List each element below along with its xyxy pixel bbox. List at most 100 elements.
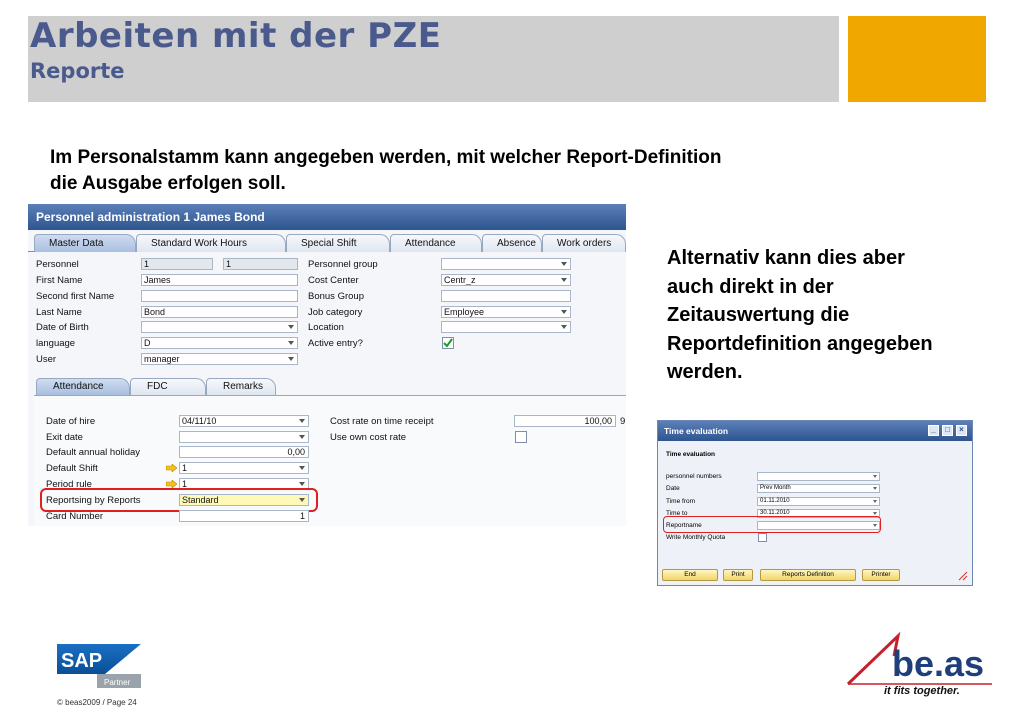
printer-button[interactable]: Printer <box>862 569 900 581</box>
chevron-down-icon[interactable] <box>561 310 567 314</box>
use-own-cost-rate-checkbox[interactable] <box>515 431 527 443</box>
personnel-label: Personnel <box>36 259 79 270</box>
resize-grip-icon[interactable] <box>958 571 968 581</box>
date-of-hire-label: Date of hire <box>46 416 96 427</box>
sap-partner-logo: SAP Partner <box>57 644 141 688</box>
tab-work-orders[interactable]: Work orders <box>542 234 626 252</box>
write-monthly-quota-label: Write Monthly Quota <box>666 534 726 541</box>
personnel-group-select[interactable] <box>441 258 571 270</box>
sub-tab-bar: Attendance FDC Remarks <box>28 378 626 395</box>
link-arrow-icon[interactable] <box>166 464 177 472</box>
card-number-field[interactable]: 1 <box>179 510 309 522</box>
default-shift-value: 1 <box>182 463 188 473</box>
tab-master-data[interactable]: Master Data <box>34 234 136 252</box>
chevron-down-icon[interactable] <box>299 482 305 486</box>
personnel-administration-window: Personnel administration 1 James Bond Ma… <box>28 204 626 526</box>
default-shift-select[interactable]: 1 <box>179 462 309 474</box>
second-first-name-field[interactable] <box>141 290 298 302</box>
personnel-number-field[interactable]: 1 <box>141 258 213 270</box>
last-name-label: Last Name <box>36 307 82 318</box>
language-select[interactable]: D <box>141 337 298 349</box>
slide-title: Arbeiten mit der PZE <box>30 16 442 56</box>
sap-partner-text: Partner <box>104 678 131 687</box>
exit-date-label: Exit date <box>46 432 83 443</box>
chevron-down-icon[interactable] <box>299 419 305 423</box>
write-monthly-quota-checkbox[interactable] <box>758 533 767 542</box>
beas-tagline: it fits together. <box>884 685 960 697</box>
slide-subtitle: Reporte <box>30 59 125 83</box>
alt-line-5: werden. <box>667 361 743 383</box>
user-value: manager <box>144 354 180 364</box>
chevron-down-icon[interactable] <box>288 341 294 345</box>
default-annual-holiday-field[interactable]: 0,00 <box>179 446 309 458</box>
time-window-title: Time evaluation <box>658 421 972 441</box>
print-button[interactable]: Print <box>723 569 753 581</box>
active-entry-label: Active entry? <box>308 338 363 349</box>
highlight-reporting-by-reports <box>40 488 318 512</box>
active-entry-checkbox[interactable] <box>442 337 454 349</box>
date-select[interactable]: Prev Month <box>757 484 880 493</box>
tab-standard-work-hours[interactable]: Standard Work Hours <box>136 234 286 252</box>
minimize-icon[interactable]: _ <box>928 425 939 436</box>
cost-rate-suffix: 9 <box>620 416 626 427</box>
maximize-icon[interactable]: □ <box>942 425 953 436</box>
chevron-down-icon[interactable] <box>561 325 567 329</box>
alternative-text: Alternativ kann dies aber auch direkt in… <box>667 244 997 387</box>
chevron-down-icon[interactable] <box>299 466 305 470</box>
link-arrow-icon[interactable] <box>166 480 177 488</box>
chevron-down-icon[interactable] <box>873 512 877 515</box>
cost-center-value: Centr_z <box>444 275 476 285</box>
personnel-numbers-label: personnel numbers <box>666 473 722 480</box>
use-own-cost-rate-label: Use own cost rate <box>330 432 407 443</box>
reports-definition-button[interactable]: Reports Definition <box>760 569 856 581</box>
time-from-field[interactable]: 01.11.2010 <box>757 497 880 506</box>
chevron-down-icon[interactable] <box>288 325 294 329</box>
job-category-select[interactable]: Employee <box>441 306 571 318</box>
chevron-down-icon[interactable] <box>561 262 567 266</box>
tab-special-shift[interactable]: Special Shift <box>286 234 390 252</box>
first-name-field[interactable]: James <box>141 274 298 286</box>
close-icon[interactable]: × <box>956 425 967 436</box>
tab-absence[interactable]: Absence <box>482 234 542 252</box>
highlight-reportname <box>663 516 881 533</box>
checkmark-icon <box>443 338 453 348</box>
date-of-birth-field[interactable] <box>141 321 298 333</box>
footer-page-number: © beas2009 / Page 24 <box>57 698 137 707</box>
subtab-attendance[interactable]: Attendance <box>36 378 130 395</box>
time-from-value: 01.11.2010 <box>760 498 790 504</box>
last-name-field[interactable]: Bond <box>141 306 298 318</box>
time-from-label: Time from <box>666 498 696 505</box>
chevron-down-icon[interactable] <box>873 475 877 478</box>
bonus-group-field[interactable] <box>441 290 571 302</box>
chevron-down-icon[interactable] <box>299 435 305 439</box>
exit-date-field[interactable] <box>179 431 309 443</box>
cost-rate-field[interactable]: 100,00 <box>514 415 616 427</box>
default-annual-holiday-label: Default annual holiday <box>46 447 141 458</box>
location-label: Location <box>308 322 344 333</box>
subtab-fdc[interactable]: FDC <box>130 378 206 395</box>
date-of-hire-field[interactable]: 04/11/10 <box>179 415 309 427</box>
end-button[interactable]: End <box>662 569 718 581</box>
cost-center-select[interactable]: Centr_z <box>441 274 571 286</box>
location-select[interactable] <box>441 321 571 333</box>
card-number-label: Card Number <box>46 511 104 522</box>
chevron-down-icon[interactable] <box>873 500 877 503</box>
date-label: Date <box>666 485 680 492</box>
date-value: Prev Month <box>760 485 791 491</box>
window-title: Personnel administration 1 James Bond <box>28 204 626 230</box>
beas-wordmark: be.as <box>892 643 984 684</box>
tab-attendance[interactable]: Attendance <box>390 234 482 252</box>
chevron-down-icon[interactable] <box>288 357 294 361</box>
personnel-group-label: Personnel group <box>308 259 378 270</box>
subtab-remarks[interactable]: Remarks <box>206 378 276 395</box>
personnel-id-field[interactable]: 1 <box>223 258 298 270</box>
language-value: D <box>144 338 151 348</box>
alt-line-2: auch direkt in der <box>667 275 834 298</box>
chevron-down-icon[interactable] <box>561 278 567 282</box>
chevron-down-icon[interactable] <box>873 487 877 490</box>
language-label: language <box>36 338 76 349</box>
personnel-numbers-select[interactable] <box>757 472 880 481</box>
default-shift-label: Default Shift <box>46 463 98 474</box>
user-select[interactable]: manager <box>141 353 298 365</box>
intro-line-2: die Ausgabe erfolgen soll. <box>50 173 286 194</box>
